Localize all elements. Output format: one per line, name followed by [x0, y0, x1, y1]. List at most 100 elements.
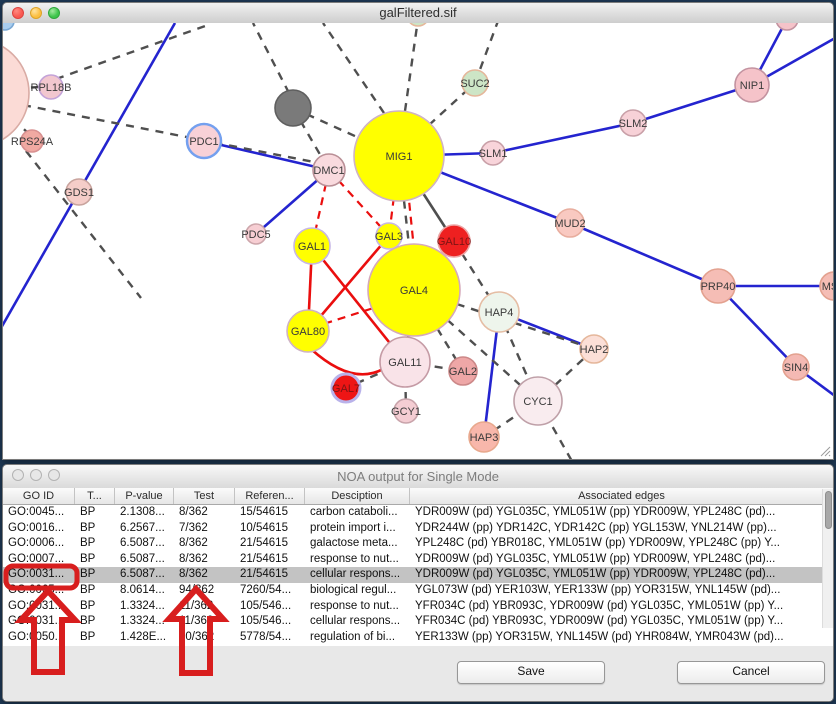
cell-edges: YDR244W (pp) YDR142C, YDR142C (pp) YGL15…	[410, 521, 833, 537]
noa-window-title: NOA output for Single Mode	[3, 469, 833, 484]
scrollbar-thumb[interactable]	[825, 491, 832, 529]
column-header-referen[interactable]: Referen...	[235, 488, 305, 504]
node-label-PDC5: PDC5	[241, 229, 270, 241]
cell-edges: YDR009W (pd) YGL035C, YML051W (pp) YDR00…	[410, 505, 833, 521]
cell-edges: YDR009W (pd) YGL035C, YML051W (pp) YDR00…	[410, 552, 833, 568]
cell-go-id: GO:0031...	[3, 599, 75, 615]
cancel-button[interactable]: Cancel	[677, 661, 825, 684]
network-edge-pp	[3, 23, 175, 328]
node-label-GCY1: GCY1	[391, 406, 421, 418]
node-label-CYC1: CYC1	[523, 396, 552, 408]
node-label-GAL80: GAL80	[291, 326, 325, 338]
cell-description: galactose meta...	[305, 536, 410, 552]
table-row[interactable]: GO:0031...BP1.3324...11/362105/546...cel…	[3, 614, 833, 630]
node-label-RPL18B: RPL18B	[31, 82, 72, 94]
cell-type: BP	[75, 552, 115, 568]
node-label-HAP3: HAP3	[470, 432, 499, 444]
node-label-NIP1: NIP1	[740, 80, 764, 92]
cell-p-value: 1.428E...	[115, 630, 174, 646]
dialog-footer: Save Cancel	[3, 646, 833, 701]
cell-description: response to nut...	[305, 599, 410, 615]
cell-reference: 10/54615	[235, 521, 305, 537]
table-row[interactable]: GO:0050...BP1.428E...80/3625778/54...reg…	[3, 630, 833, 646]
node-top-green-node[interactable]	[407, 23, 429, 26]
noa-window-titlebar[interactable]: NOA output for Single Mode	[3, 465, 833, 489]
cell-test: 8/362	[174, 536, 235, 552]
node-gray-node[interactable]	[275, 90, 311, 126]
cell-go-id: GO:0045...	[3, 505, 75, 521]
cell-test: 11/362	[174, 614, 235, 630]
cell-reference: 105/546...	[235, 614, 305, 630]
cell-type: BP	[75, 583, 115, 599]
cell-reference: 15/54615	[235, 505, 305, 521]
column-header-test[interactable]: Test	[174, 488, 235, 504]
network-edge-pp	[570, 223, 718, 286]
table-row[interactable]: GO:0065...BP8.0614...94/3627260/54...bio…	[3, 583, 833, 599]
network-edge-pp	[633, 85, 752, 123]
cell-test: 94/362	[174, 583, 235, 599]
node-label-MUD2: MUD2	[554, 218, 585, 230]
resize-grip-icon[interactable]	[819, 445, 831, 457]
network-edge-pp	[493, 123, 633, 153]
cell-reference: 5778/54...	[235, 630, 305, 646]
node-corner-node[interactable]	[3, 23, 14, 30]
node-label-PRP40: PRP40	[701, 281, 736, 293]
cell-p-value: 2.1308...	[115, 505, 174, 521]
table-row[interactable]: GO:0006...BP6.5087...8/36221/54615galact…	[3, 536, 833, 552]
cell-edges: YPL248C (pd) YBR018C, YML051W (pp) YDR00…	[410, 536, 833, 552]
cell-description: carbon cataboli...	[305, 505, 410, 521]
node-label-HAP4: HAP4	[485, 307, 514, 319]
node-label-GAL3: GAL3	[375, 231, 403, 243]
node-label-GAL1: GAL1	[298, 241, 326, 253]
cell-go-id: GO:0016...	[3, 521, 75, 537]
network-canvas[interactable]: RPL18BRPS24AGDS1PDC1PDC5DMC1MIG1SUC2SLM1…	[3, 23, 833, 459]
network-edge-pd	[253, 23, 289, 93]
results-table: GO IDT...P-valueTestReferen...Desciption…	[3, 488, 833, 646]
network-window-titlebar[interactable]: galFiltered.sif	[3, 3, 833, 24]
table-row[interactable]: GO:0031...BP1.3324...11/362105/546...res…	[3, 599, 833, 615]
node-label-GAL4: GAL4	[400, 285, 428, 297]
cell-reference: 21/54615	[235, 567, 305, 583]
noa-output-window: NOA output for Single Mode GO IDT...P-va…	[2, 464, 834, 702]
column-header-go-id[interactable]: GO ID	[3, 488, 75, 504]
cell-test: 7/362	[174, 521, 235, 537]
node-label-DMC1: DMC1	[313, 165, 344, 177]
column-header-associated-edges[interactable]: Associated edges	[410, 488, 833, 504]
cell-description: protein import i...	[305, 521, 410, 537]
cell-type: BP	[75, 567, 115, 583]
cell-description: cellular respons...	[305, 614, 410, 630]
node-label-HAP2: HAP2	[580, 344, 609, 356]
cell-description: cellular respons...	[305, 567, 410, 583]
network-edge-pd	[23, 105, 314, 162]
column-header-desciption[interactable]: Desciption	[305, 488, 410, 504]
cell-description: regulation of bi...	[305, 630, 410, 646]
table-row[interactable]: GO:0045...BP2.1308...8/36215/54615carbon…	[3, 505, 833, 521]
cell-p-value: 6.5087...	[115, 552, 174, 568]
cell-edges: YDR009W (pd) YGL035C, YML051W (pp) YDR00…	[410, 567, 833, 583]
save-button[interactable]: Save	[457, 661, 605, 684]
network-graph[interactable]: RPL18BRPS24AGDS1PDC1PDC5DMC1MIG1SUC2SLM1…	[3, 23, 833, 459]
network-edge-pd	[26, 151, 141, 298]
node-label-SLM2: SLM2	[619, 118, 648, 130]
cell-p-value: 8.0614...	[115, 583, 174, 599]
scrollbar-track[interactable]	[822, 489, 833, 628]
cell-reference: 21/54615	[235, 552, 305, 568]
node-label-GAL2: GAL2	[449, 366, 477, 378]
cell-reference: 21/54615	[235, 536, 305, 552]
table-row[interactable]: GO:0016...BP6.2567...7/36210/54615protei…	[3, 521, 833, 537]
node-label-PDC1: PDC1	[189, 136, 218, 148]
column-header-p-value[interactable]: P-value	[115, 488, 174, 504]
cell-p-value: 1.3324...	[115, 614, 174, 630]
node-label-GAL10: GAL10	[437, 236, 471, 248]
cell-test: 8/362	[174, 567, 235, 583]
cell-reference: 105/546...	[235, 599, 305, 615]
cell-go-id: GO:0006...	[3, 536, 75, 552]
node-top-right-node[interactable]	[776, 23, 798, 30]
cell-edges: YGL073W (pd) YER103W, YER133W (pp) YOR31…	[410, 583, 833, 599]
cell-test: 8/362	[174, 505, 235, 521]
cell-type: BP	[75, 505, 115, 521]
table-row[interactable]: GO:0007...BP6.5087...8/36221/54615respon…	[3, 552, 833, 568]
cell-type: BP	[75, 630, 115, 646]
column-header-t[interactable]: T...	[75, 488, 115, 504]
table-row[interactable]: GO:0031...BP6.5087...8/36221/54615cellul…	[3, 567, 833, 583]
